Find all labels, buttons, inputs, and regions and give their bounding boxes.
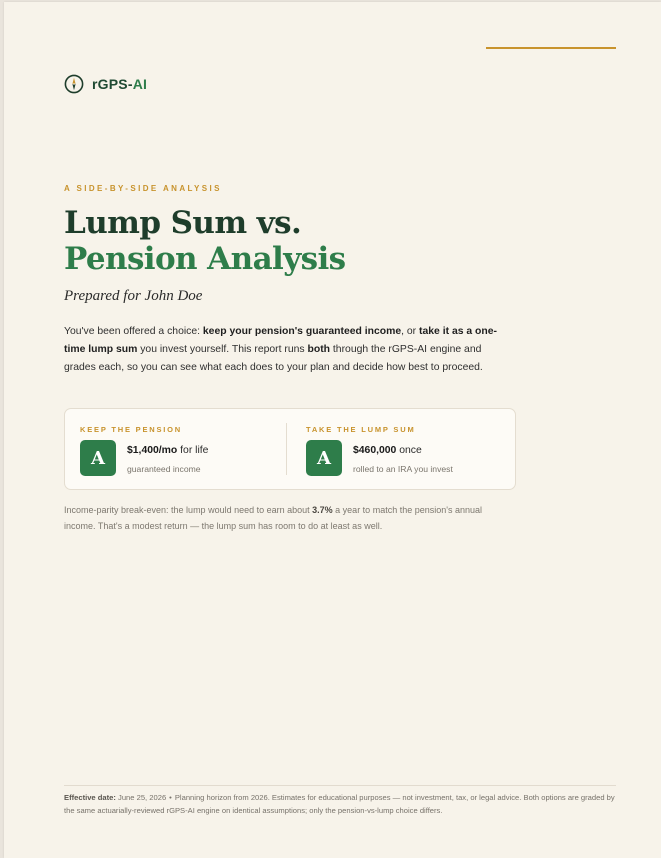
brand-logo: rGPS-AI bbox=[64, 74, 147, 94]
options-comparison-card: KEEP THE PENSION A $1,400/mo for life gu… bbox=[64, 408, 516, 490]
section-eyebrow: A SIDE-BY-SIDE ANALYSIS bbox=[64, 184, 222, 193]
compass-icon bbox=[64, 74, 84, 94]
gold-accent-rule bbox=[486, 47, 616, 49]
title-line-1: Lump Sum vs. bbox=[64, 205, 302, 241]
prepared-for: Prepared for John Doe bbox=[64, 288, 203, 304]
option-detail: rolled to an IRA you invest bbox=[353, 464, 453, 474]
grade-badge: A bbox=[80, 440, 116, 476]
option-keep-pension: KEEP THE PENSION A $1,400/mo for life gu… bbox=[80, 409, 280, 489]
option-label: TAKE THE LUMP SUM bbox=[306, 425, 416, 434]
page-title: Lump Sum vs. Pension Analysis bbox=[64, 205, 346, 277]
option-amount: $1,400/mo for life bbox=[127, 445, 209, 456]
title-line-2: Pension Analysis bbox=[64, 241, 346, 277]
option-divider bbox=[286, 423, 287, 475]
breakeven-note: Income-parity break-even: the lump would… bbox=[64, 505, 482, 531]
option-amount: $460,000 once bbox=[353, 445, 422, 456]
option-take-lump-sum: TAKE THE LUMP SUM A $460,000 once rolled… bbox=[306, 409, 506, 489]
intro-paragraph: You've been offered a choice: keep your … bbox=[64, 326, 497, 373]
brand-name: rGPS-AI bbox=[92, 76, 148, 92]
footer-divider bbox=[64, 785, 616, 786]
option-detail: guaranteed income bbox=[127, 464, 201, 474]
footer-disclaimer: Effective date: June 25, 2026 • Planning h… bbox=[64, 793, 615, 815]
option-label: KEEP THE PENSION bbox=[80, 425, 183, 434]
grade-badge: A bbox=[306, 440, 342, 476]
report-page: rGPS-AI A SIDE-BY-SIDE ANALYSIS Lump Sum… bbox=[4, 2, 661, 858]
